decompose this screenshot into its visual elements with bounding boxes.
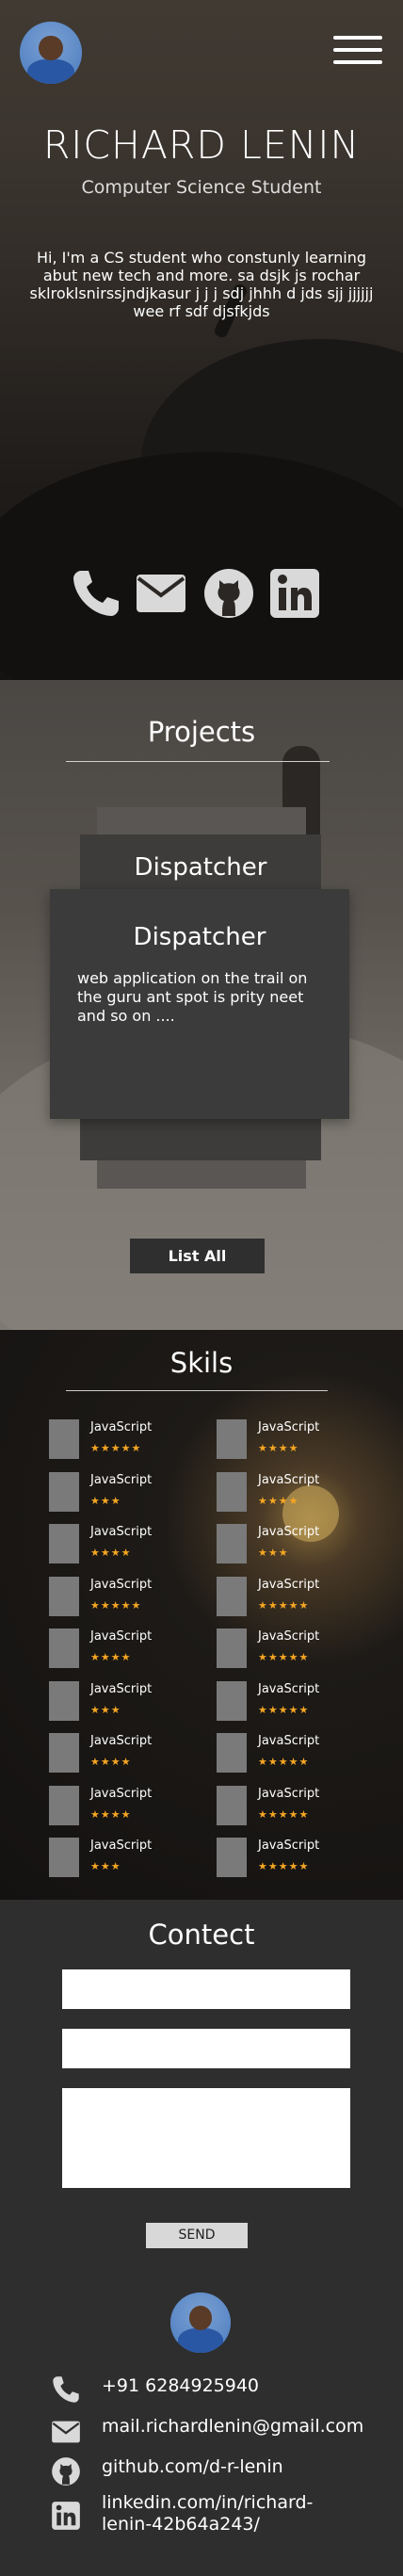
skill-icon	[217, 1733, 247, 1773]
mail-icon[interactable]	[51, 2417, 81, 2447]
email-field[interactable]	[62, 2029, 350, 2068]
skill-name: JavaScript	[90, 1577, 153, 1592]
skill-icon	[217, 1680, 247, 1721]
skill-icon	[217, 1838, 247, 1877]
hero-section	[0, 0, 403, 680]
skill-icon	[49, 1785, 79, 1825]
skill-name: JavaScript	[258, 1681, 320, 1696]
contact-title: Contect	[148, 1919, 255, 1951]
projects-title: Projects	[147, 716, 256, 748]
skill-name: JavaScript	[90, 1839, 153, 1853]
contact-phone[interactable]: +91 6284925940	[102, 2375, 259, 2397]
hero-bio: Hi, I'm a CS student who constunly learn…	[29, 249, 374, 320]
skill-name: JavaScript	[258, 1577, 320, 1592]
skill-name: JavaScript	[90, 1786, 153, 1801]
skill-rating-stars: ★★★★★	[258, 1807, 310, 1821]
skill-icon	[49, 1576, 79, 1616]
skill-rating-stars: ★★★★★	[90, 1598, 142, 1612]
skill-icon	[49, 1680, 79, 1721]
phone-icon[interactable]	[51, 2374, 81, 2405]
linkedin-icon[interactable]	[51, 2501, 81, 2531]
skill-icon	[49, 1524, 79, 1563]
name-field[interactable]	[62, 1969, 350, 2009]
projects-title-divider	[66, 761, 330, 762]
skill-rating-stars: ★★★	[90, 1494, 121, 1507]
skill-name: JavaScript	[258, 1629, 320, 1644]
contact-github[interactable]: github.com/d-r-lenin	[102, 2456, 283, 2478]
skill-name: JavaScript	[258, 1839, 320, 1853]
skill-name: JavaScript	[258, 1420, 320, 1434]
skill-rating-stars: ★★★★	[90, 1807, 132, 1821]
skill-icon	[49, 1471, 79, 1512]
skill-name: JavaScript	[258, 1734, 320, 1748]
hamburger-menu-icon[interactable]	[333, 36, 382, 73]
skill-rating-stars: ★★★	[90, 1860, 121, 1872]
skill-name: JavaScript	[90, 1525, 153, 1539]
skills-title-divider	[66, 1390, 328, 1391]
skill-name: JavaScript	[90, 1472, 153, 1487]
project-card-back-title: Dispatcher	[134, 853, 267, 882]
skill-rating-stars: ★★★	[90, 1703, 121, 1716]
skill-icon	[217, 1419, 247, 1459]
skill-rating-stars: ★★★★	[90, 1547, 132, 1559]
project-card-description: web application on the trail on the guru…	[77, 969, 308, 1025]
hero-subtitle: Computer Science Student	[81, 177, 322, 198]
skill-rating-stars: ★★★★★	[258, 1598, 310, 1612]
skill-name: JavaScript	[90, 1681, 153, 1696]
github-icon[interactable]	[202, 567, 255, 620]
skills-title: Skils	[169, 1347, 234, 1379]
skill-rating-stars: ★★★★	[90, 1651, 132, 1663]
skill-icon	[217, 1785, 247, 1825]
message-field[interactable]	[62, 2088, 350, 2188]
skill-icon	[49, 1838, 79, 1877]
skill-rating-stars: ★★★★★	[90, 1442, 142, 1454]
skill-rating-stars: ★★★★	[258, 1494, 299, 1507]
skill-rating-stars: ★★★★★	[258, 1703, 310, 1716]
github-icon[interactable]	[51, 2456, 81, 2487]
skill-name: JavaScript	[90, 1420, 153, 1434]
skill-name: JavaScript	[258, 1472, 320, 1487]
send-button[interactable]: SEND	[146, 2223, 248, 2248]
skill-name: JavaScript	[258, 1525, 320, 1539]
linkedin-icon[interactable]	[268, 567, 321, 620]
list-all-button[interactable]: List All	[130, 1239, 265, 1273]
skill-rating-stars: ★★★★★	[258, 1651, 310, 1663]
skill-name: JavaScript	[258, 1786, 320, 1801]
skill-icon	[49, 1628, 79, 1668]
phone-icon[interactable]	[70, 567, 122, 620]
skill-rating-stars: ★★★★	[258, 1442, 299, 1454]
skill-icon	[49, 1419, 79, 1459]
contact-email[interactable]: mail.richardlenin@gmail.com	[102, 2416, 363, 2438]
skill-icon	[217, 1628, 247, 1668]
contact-linkedin[interactable]: linkedin.com/in/richard-lenin-42b64a243/	[102, 2492, 337, 2535]
skill-rating-stars: ★★★★	[90, 1756, 132, 1768]
skill-rating-stars: ★★★★★	[258, 1756, 310, 1768]
skill-name: JavaScript	[90, 1629, 153, 1644]
project-card-title: Dispatcher	[133, 923, 266, 951]
skill-rating-stars: ★★★★★	[258, 1860, 310, 1872]
avatar	[20, 22, 82, 84]
skill-icon	[217, 1576, 247, 1616]
skill-icon	[217, 1471, 247, 1512]
hero-name: RICHARD LENIN	[42, 122, 361, 168]
skill-icon	[217, 1524, 247, 1563]
contact-avatar	[170, 2292, 231, 2353]
mail-icon[interactable]	[135, 567, 187, 620]
skill-name: JavaScript	[90, 1734, 153, 1748]
skill-rating-stars: ★★★	[258, 1547, 289, 1559]
skill-icon	[49, 1733, 79, 1773]
